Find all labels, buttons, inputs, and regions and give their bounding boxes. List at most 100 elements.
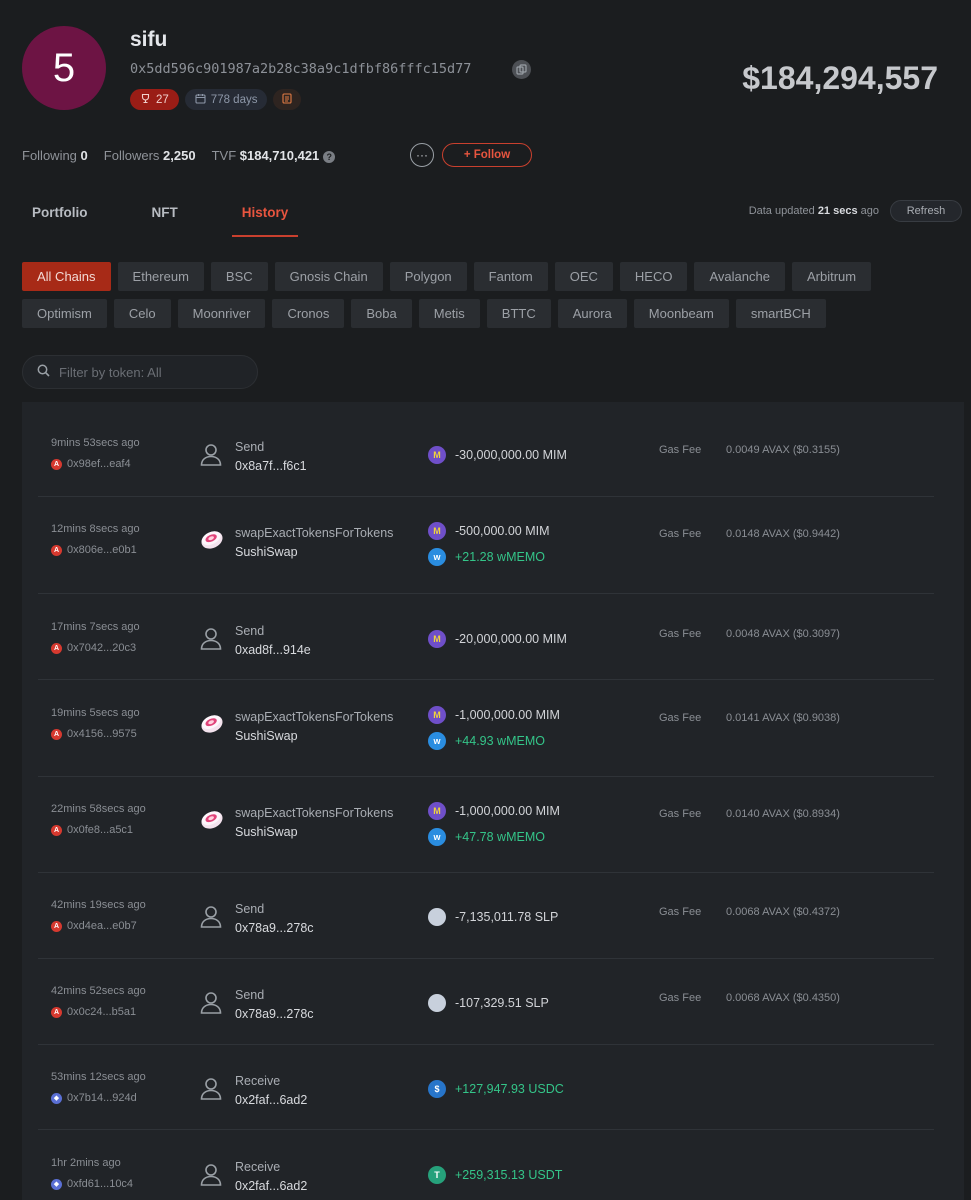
token-filter-input[interactable]: Filter by token: All — [22, 355, 258, 389]
tx-target[interactable]: 0x2faf...6ad2 — [235, 1093, 307, 1107]
ethereum-chain-icon: ◆ — [51, 1092, 62, 1104]
tx-target[interactable]: 0x2faf...6ad2 — [235, 1179, 307, 1193]
tx-hash-link[interactable]: A 0x0fe8...a5c1 — [51, 824, 133, 836]
chain-chip-bttc[interactable]: BTTC — [486, 299, 551, 328]
avalanche-chain-icon: A — [51, 642, 62, 654]
token-change: w +21.28 wMEMO — [428, 548, 545, 566]
token-change: M -30,000,000.00 MIM — [428, 446, 567, 464]
chain-chip-oec[interactable]: OEC — [554, 262, 613, 291]
chain-chip-all-chains[interactable]: All Chains — [22, 262, 111, 291]
copy-address-icon[interactable] — [512, 60, 531, 79]
token-change: T +259,315.13 USDT — [428, 1166, 562, 1184]
followers-stat[interactable]: Followers 2,250 — [104, 148, 196, 163]
chain-chip-arbitrum[interactable]: Arbitrum — [791, 262, 872, 291]
gas-fee-label: Gas Fee — [659, 808, 702, 820]
tx-time: 42mins 52secs ago — [51, 985, 146, 997]
gas-fee-label: Gas Fee — [659, 628, 702, 640]
follow-button[interactable]: + Follow — [442, 143, 532, 167]
refresh-button[interactable]: Refresh — [890, 200, 962, 222]
tx-time: 42mins 19secs ago — [51, 899, 146, 911]
tx-target[interactable]: 0xad8f...914e — [235, 643, 311, 657]
tx-hash-link[interactable]: A 0x7042...20c3 — [51, 642, 136, 654]
token-amount: -7,135,011.78 SLP — [455, 910, 559, 924]
chain-chip-moonriver[interactable]: Moonriver — [177, 299, 266, 328]
token-amount: +44.93 wMEMO — [455, 734, 545, 748]
row-divider — [38, 872, 934, 873]
tx-hash: 0xfd61...10c4 — [67, 1178, 134, 1190]
gas-fee-label: Gas Fee — [659, 992, 702, 1004]
more-options-button[interactable]: ··· — [410, 143, 434, 167]
tx-hash: 0x806e...e0b1 — [67, 544, 137, 556]
tx-hash-link[interactable]: A 0x98ef...eaf4 — [51, 458, 131, 470]
gas-fee-value: 0.0141 AVAX ($0.9038) — [726, 712, 840, 724]
chain-chip-moonbeam[interactable]: Moonbeam — [633, 299, 729, 328]
avalanche-chain-icon: A — [51, 824, 62, 836]
tx-time: 1hr 2mins ago — [51, 1157, 121, 1169]
gas-fee-value: 0.0140 AVAX ($0.8934) — [726, 808, 840, 820]
tab-portfolio[interactable]: Portfolio — [22, 205, 98, 235]
avalanche-chain-icon: A — [51, 728, 62, 740]
tx-type: Send — [235, 902, 265, 916]
tx-type: swapExactTokensForTokens — [235, 710, 394, 724]
tx-time: 9mins 53secs ago — [51, 437, 140, 449]
tx-hash-link[interactable]: A 0x0c24...b5a1 — [51, 1006, 136, 1018]
row-divider — [38, 679, 934, 680]
chain-chip-celo[interactable]: Celo — [113, 299, 171, 328]
token-change: M -1,000,000.00 MIM — [428, 802, 560, 820]
token-amount: +259,315.13 USDT — [455, 1168, 563, 1182]
tx-target[interactable]: SushiSwap — [235, 729, 298, 743]
following-stat[interactable]: Following 0 — [22, 148, 88, 163]
tx-time: 17mins 7secs ago — [51, 621, 140, 633]
chain-chip-boba[interactable]: Boba — [351, 299, 412, 328]
tx-hash: 0x4156...9575 — [67, 728, 137, 740]
chain-chip-cronos[interactable]: Cronos — [272, 299, 345, 328]
tx-hash: 0x98ef...eaf4 — [67, 458, 131, 470]
chain-chip-ethereum[interactable]: Ethereum — [117, 262, 204, 291]
note-icon — [282, 92, 293, 107]
chain-chip-aurora[interactable]: Aurora — [557, 299, 627, 328]
token-change: $ +127,947.93 USDC — [428, 1080, 564, 1098]
tab-history[interactable]: History — [231, 205, 299, 237]
chain-chip-fantom[interactable]: Fantom — [473, 262, 548, 291]
tx-hash-link[interactable]: ◆ 0xfd61...10c4 — [51, 1178, 133, 1190]
chain-chip-polygon[interactable]: Polygon — [389, 262, 467, 291]
help-icon[interactable]: ? — [323, 151, 336, 163]
profile-badges: 27 778 days — [130, 89, 302, 110]
search-icon — [37, 364, 50, 380]
tx-time: 12mins 8secs ago — [51, 523, 140, 535]
chain-chip-gnosis-chain[interactable]: Gnosis Chain — [274, 262, 383, 291]
token-change: -107,329.51 SLP — [428, 994, 549, 1012]
wmemo-token-icon: w — [428, 828, 446, 846]
token-change: w +47.78 wMEMO — [428, 828, 545, 846]
rank-badge[interactable]: 27 — [130, 89, 179, 110]
tab-nft[interactable]: NFT — [142, 205, 188, 235]
tx-hash: 0x0fe8...a5c1 — [67, 824, 134, 836]
tx-target[interactable]: SushiSwap — [235, 825, 298, 839]
chain-chip-metis[interactable]: Metis — [418, 299, 480, 328]
row-divider — [38, 958, 934, 959]
tx-type: swapExactTokensForTokens — [235, 526, 394, 540]
chain-chip-smartbch[interactable]: smartBCH — [735, 299, 826, 328]
avalanche-chain-icon: A — [51, 458, 62, 470]
mim-token-icon: M — [428, 522, 446, 540]
chain-chip-heco[interactable]: HECO — [619, 262, 688, 291]
row-divider — [38, 593, 934, 594]
chain-chip-bsc[interactable]: BSC — [210, 262, 268, 291]
profile-tabs: Portfolio NFT History — [22, 205, 342, 237]
tx-hash-link[interactable]: A 0x806e...e0b1 — [51, 544, 137, 556]
row-divider — [38, 496, 934, 497]
tx-target[interactable]: 0x78a9...278c — [235, 921, 314, 935]
tx-target[interactable]: SushiSwap — [235, 545, 298, 559]
chain-chip-optimism[interactable]: Optimism — [22, 299, 107, 328]
tx-type: Receive — [235, 1160, 281, 1174]
note-badge[interactable] — [273, 89, 302, 110]
net-worth: $184,294,557 — [742, 60, 938, 96]
token-amount: -20,000,000.00 MIM — [455, 632, 567, 646]
tx-hash-link[interactable]: A 0xd4ea...e0b7 — [51, 920, 137, 932]
tx-target[interactable]: 0x78a9...278c — [235, 1007, 314, 1021]
token-amount: -500,000.00 MIM — [455, 524, 550, 538]
tx-target[interactable]: 0x8a7f...f6c1 — [235, 459, 307, 473]
chain-chip-avalanche[interactable]: Avalanche — [694, 262, 785, 291]
tx-hash-link[interactable]: ◆ 0x7b14...924d — [51, 1092, 137, 1104]
tx-hash-link[interactable]: A 0x4156...9575 — [51, 728, 137, 740]
